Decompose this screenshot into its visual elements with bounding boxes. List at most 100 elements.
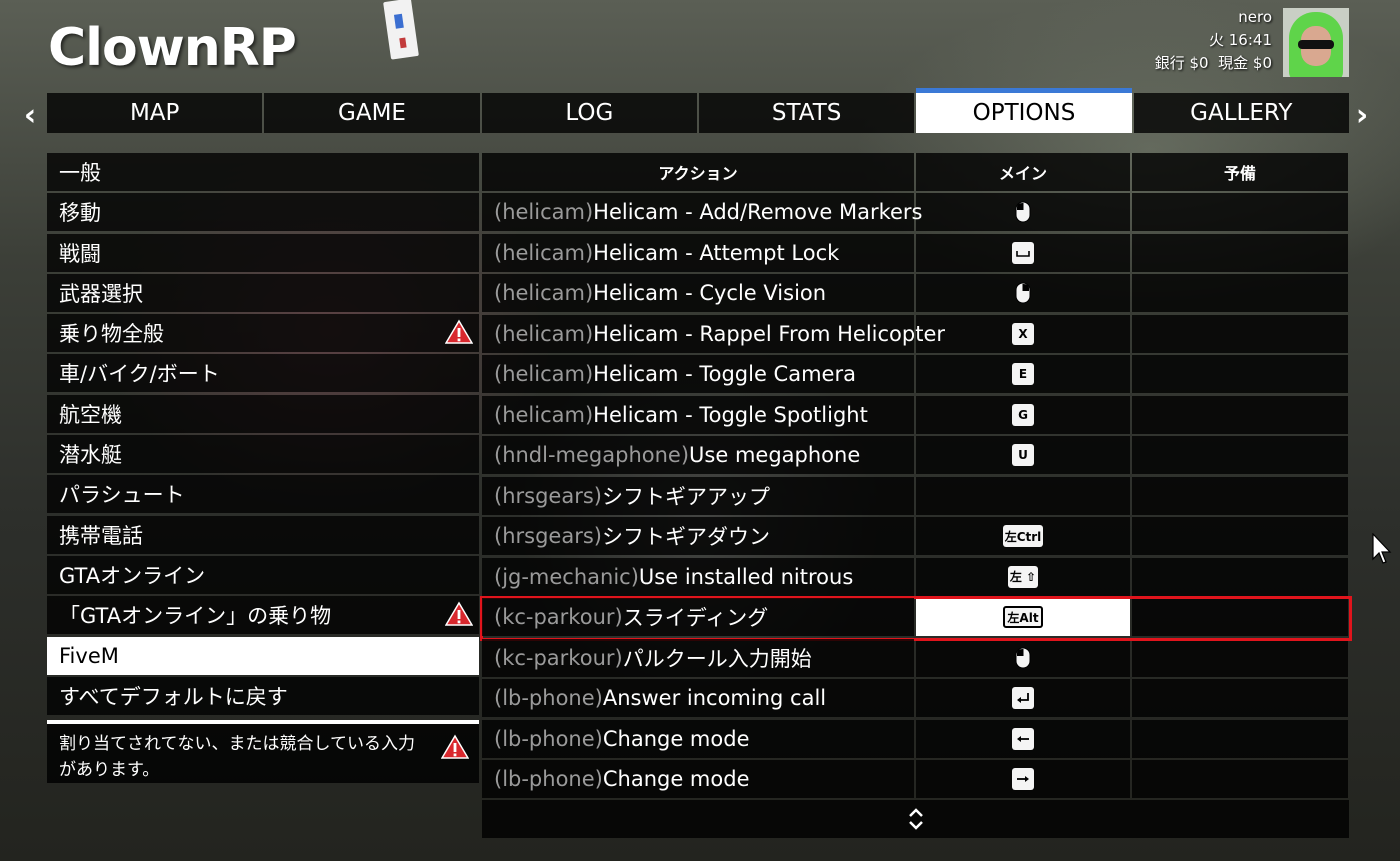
- alt-key-cell[interactable]: [1132, 355, 1348, 394]
- alt-key-cell[interactable]: [1132, 679, 1348, 718]
- column-header-main: メイン: [916, 153, 1130, 191]
- tab-stats[interactable]: STATS: [698, 93, 915, 133]
- category-item[interactable]: GTAオンライン: [47, 555, 479, 594]
- mouse-right-icon: [1015, 282, 1031, 304]
- category-item[interactable]: 航空機: [47, 394, 479, 433]
- category-label: GTAオンライン: [59, 563, 206, 588]
- keybinding-row[interactable]: (helicam) Helicam - Toggle Camera E: [482, 355, 1349, 394]
- tab-map[interactable]: MAP: [47, 93, 263, 133]
- action-name: Change mode: [602, 767, 750, 792]
- resource-name: (hrsgears): [494, 483, 602, 508]
- main-key-cell[interactable]: [916, 719, 1130, 758]
- category-item[interactable]: FiveM: [47, 636, 479, 675]
- alt-key-cell[interactable]: [1132, 233, 1348, 272]
- table-header: アクション メイン 予備: [482, 153, 1349, 191]
- category-label: 武器選択: [59, 281, 143, 306]
- alt-key-cell[interactable]: [1132, 395, 1348, 434]
- chevron-right-icon[interactable]: ›: [1352, 98, 1372, 133]
- main-key-cell[interactable]: [916, 679, 1130, 718]
- category-item[interactable]: 移動: [47, 193, 479, 232]
- alt-key-cell[interactable]: [1132, 760, 1348, 799]
- keybinding-row[interactable]: (helicam) Helicam - Toggle Spotlight G: [482, 395, 1349, 434]
- category-item[interactable]: 乗り物全般: [47, 314, 479, 353]
- action-cell: (lb-phone) Change mode: [482, 719, 914, 758]
- resource-name: (kc-parkour): [494, 645, 623, 670]
- action-cell: (hndl-megaphone) Use megaphone: [482, 436, 914, 475]
- category-label: 車/バイク/ボート: [59, 362, 220, 387]
- resource-name: (lb-phone): [494, 726, 603, 751]
- resource-name: (helicam): [494, 240, 594, 265]
- alt-key-cell[interactable]: [1132, 436, 1348, 475]
- resource-name: (helicam): [494, 402, 594, 427]
- category-item[interactable]: 「GTAオンライン」の乗り物: [47, 596, 479, 635]
- action-name: Helicam - Attempt Lock: [593, 240, 840, 265]
- tab-gallery[interactable]: GALLERY: [1133, 93, 1349, 133]
- category-item[interactable]: 武器選択: [47, 273, 479, 312]
- keybinding-row[interactable]: (hrsgears) シフトギアダウン 左Ctrl: [482, 517, 1349, 556]
- alt-key-cell[interactable]: [1132, 557, 1348, 596]
- tab-options[interactable]: OPTIONS: [916, 88, 1132, 133]
- main-key-cell[interactable]: [916, 274, 1130, 313]
- keybinding-row[interactable]: (lb-phone) Answer incoming call: [482, 679, 1349, 718]
- category-item[interactable]: 一般: [47, 153, 479, 191]
- alt-key-cell[interactable]: [1132, 193, 1348, 232]
- main-key-cell[interactable]: [916, 233, 1130, 272]
- alt-key-cell[interactable]: [1132, 638, 1348, 677]
- main-key-cell[interactable]: [916, 760, 1130, 799]
- chevron-left-icon[interactable]: ‹: [20, 98, 40, 133]
- mouse-left-icon: [1015, 201, 1031, 223]
- keybinding-row[interactable]: (hrsgears) シフトギアアップ: [482, 476, 1349, 515]
- category-item[interactable]: 車/バイク/ボート: [47, 354, 479, 393]
- main-key-cell[interactable]: 左Alt: [916, 598, 1130, 637]
- action-cell: (jg-mechanic) Use installed nitrous: [482, 557, 914, 596]
- category-item[interactable]: 携帯電話: [47, 515, 479, 554]
- main-key-cell[interactable]: U: [916, 436, 1130, 475]
- keybinding-row[interactable]: (kc-parkour) パルクール入力開始: [482, 638, 1349, 677]
- action-name: Use megaphone: [689, 443, 861, 468]
- main-key-cell[interactable]: 左Ctrl: [916, 517, 1130, 556]
- category-label: 携帯電話: [59, 523, 143, 548]
- menu-tabs: MAP GAME LOG STATS OPTIONS GALLERY: [47, 88, 1349, 133]
- tab-game[interactable]: GAME: [264, 93, 480, 133]
- action-cell: (helicam) Helicam - Toggle Camera: [482, 355, 914, 394]
- alt-key-cell[interactable]: [1132, 314, 1348, 353]
- keybinding-row[interactable]: (lb-phone) Change mode: [482, 719, 1349, 758]
- category-item[interactable]: すべてデフォルトに戻す: [47, 676, 479, 715]
- tab-log[interactable]: LOG: [481, 93, 697, 133]
- alt-key-cell[interactable]: [1132, 719, 1348, 758]
- player-avatar: [1283, 8, 1349, 77]
- alt-key-cell[interactable]: [1132, 476, 1348, 515]
- action-name: スライディング: [622, 606, 769, 631]
- alt-key-cell[interactable]: [1132, 274, 1348, 313]
- category-item[interactable]: 潜水艇: [47, 435, 479, 474]
- category-item[interactable]: 戦闘: [47, 233, 479, 272]
- key-binding: 左Alt: [1003, 606, 1043, 629]
- alt-key-cell[interactable]: [1132, 598, 1348, 637]
- keybinding-row[interactable]: (helicam) Helicam - Rappel From Helicopt…: [482, 314, 1349, 353]
- alt-key-cell[interactable]: [1132, 517, 1348, 556]
- keybinding-row[interactable]: (helicam) Helicam - Cycle Vision: [482, 274, 1349, 313]
- keybinding-row[interactable]: (helicam) Helicam - Add/Remove Markers: [482, 193, 1349, 232]
- main-key-cell[interactable]: 左 ⇧: [916, 557, 1130, 596]
- keybinding-row[interactable]: (lb-phone) Change mode: [482, 760, 1349, 799]
- server-title: ClownRP: [48, 18, 297, 78]
- action-cell: (helicam) Helicam - Toggle Spotlight: [482, 395, 914, 434]
- keybinding-row[interactable]: (jg-mechanic) Use installed nitrous 左 ⇧: [482, 557, 1349, 596]
- scroll-indicator[interactable]: [482, 800, 1349, 838]
- resource-name: (helicam): [494, 321, 594, 346]
- main-key-cell[interactable]: [916, 193, 1130, 232]
- resource-name: (helicam): [494, 362, 594, 387]
- main-key-cell[interactable]: [916, 476, 1130, 515]
- action-name: シフトギアダウン: [601, 525, 770, 550]
- keybinding-row[interactable]: (helicam) Helicam - Attempt Lock: [482, 233, 1349, 272]
- category-label: すべてデフォルトに戻す: [59, 684, 288, 709]
- keybinding-row[interactable]: (hndl-megaphone) Use megaphone U: [482, 436, 1349, 475]
- main-key-cell[interactable]: E: [916, 355, 1130, 394]
- main-key-cell[interactable]: X: [916, 314, 1130, 353]
- conflict-warning-text: 割り当てされてない、または競合している入力があります。: [59, 734, 415, 780]
- main-key-cell[interactable]: G: [916, 395, 1130, 434]
- main-key-cell[interactable]: [916, 638, 1130, 677]
- category-label: 潜水艇: [59, 443, 122, 468]
- keybinding-row[interactable]: (kc-parkour) スライディング 左Alt: [482, 598, 1349, 637]
- category-item[interactable]: パラシュート: [47, 475, 479, 514]
